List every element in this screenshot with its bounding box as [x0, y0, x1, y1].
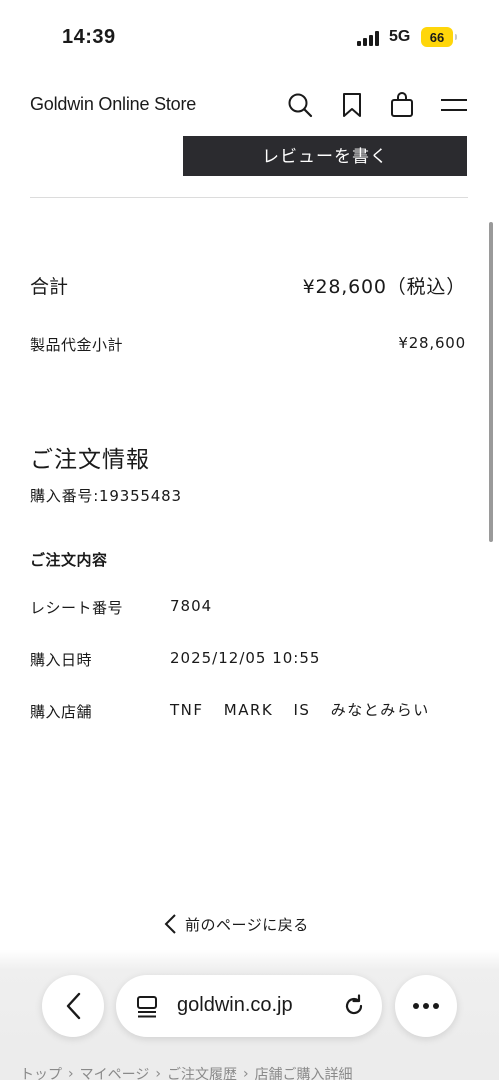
menu-icon[interactable]: [440, 92, 468, 118]
address-bar[interactable]: goldwin.co.jp: [116, 975, 382, 1037]
url-text: goldwin.co.jp: [177, 994, 293, 1016]
chevron-left-icon: [164, 914, 176, 934]
search-icon[interactable]: [287, 92, 313, 118]
chevron-right-icon: ›: [68, 1066, 74, 1080]
bookmark-icon[interactable]: [339, 92, 365, 118]
purchase-store-label: 購入店舗: [30, 703, 93, 721]
cart-icon[interactable]: [389, 92, 415, 118]
status-time: 14:39: [62, 26, 116, 48]
total-value: ¥28,600（税込）: [302, 276, 466, 298]
site-logo[interactable]: Goldwin Online Store: [30, 94, 196, 115]
back-page-label: 前のページに戻る: [185, 915, 309, 934]
network-type: 5G: [389, 28, 411, 45]
site-header: Goldwin Online Store: [0, 72, 499, 136]
write-review-button[interactable]: レビューを書く: [183, 136, 467, 176]
signal-icon: [357, 30, 383, 46]
breadcrumb-item-top[interactable]: トップ: [20, 1064, 62, 1080]
page-scrollbar[interactable]: [489, 222, 493, 542]
reload-icon[interactable]: [342, 994, 366, 1018]
more-dots-icon: [413, 1003, 439, 1009]
breadcrumb-item-order-history[interactable]: ご注文履歴: [167, 1064, 237, 1080]
battery-level: 66: [429, 29, 445, 45]
breadcrumb: トップ › マイページ › ご注文履歴 › 店舗ご購入詳細: [0, 1050, 499, 1080]
receipt-number-value: 7804: [170, 597, 213, 615]
status-bar: 14:39 5G 66: [0, 0, 499, 72]
purchase-number: 購入番号:19355483: [30, 487, 182, 505]
browser-back-button[interactable]: [42, 975, 104, 1037]
purchase-store-value: TNF MARK IS みなとみらい: [170, 701, 430, 719]
purchase-datetime-value: 2025/12/05 10:55: [170, 649, 321, 667]
chevron-right-icon: ›: [155, 1066, 161, 1080]
order-info-title: ご注文情報: [30, 447, 150, 473]
total-label: 合計: [30, 276, 69, 298]
chevron-right-icon: ›: [242, 1066, 249, 1080]
divider: [30, 197, 468, 198]
more-options-button[interactable]: [395, 975, 457, 1037]
battery-icon: 66: [421, 27, 457, 47]
subtotal-value: ¥28,600: [398, 334, 466, 352]
breadcrumb-item-mypage[interactable]: マイページ: [80, 1064, 150, 1080]
subtotal-label: 製品代金小計: [30, 336, 124, 354]
purchase-datetime-label: 購入日時: [30, 651, 93, 669]
back-page-link[interactable]: 前のページに戻る: [163, 913, 309, 935]
breadcrumb-item-store-purchase: 店舗ご購入詳細: [254, 1067, 353, 1080]
receipt-number-label: レシート番号: [30, 599, 124, 617]
page-menu-icon[interactable]: [136, 995, 158, 1019]
order-detail-title: ご注文内容: [30, 551, 108, 569]
chevron-left-icon: [66, 992, 81, 1020]
